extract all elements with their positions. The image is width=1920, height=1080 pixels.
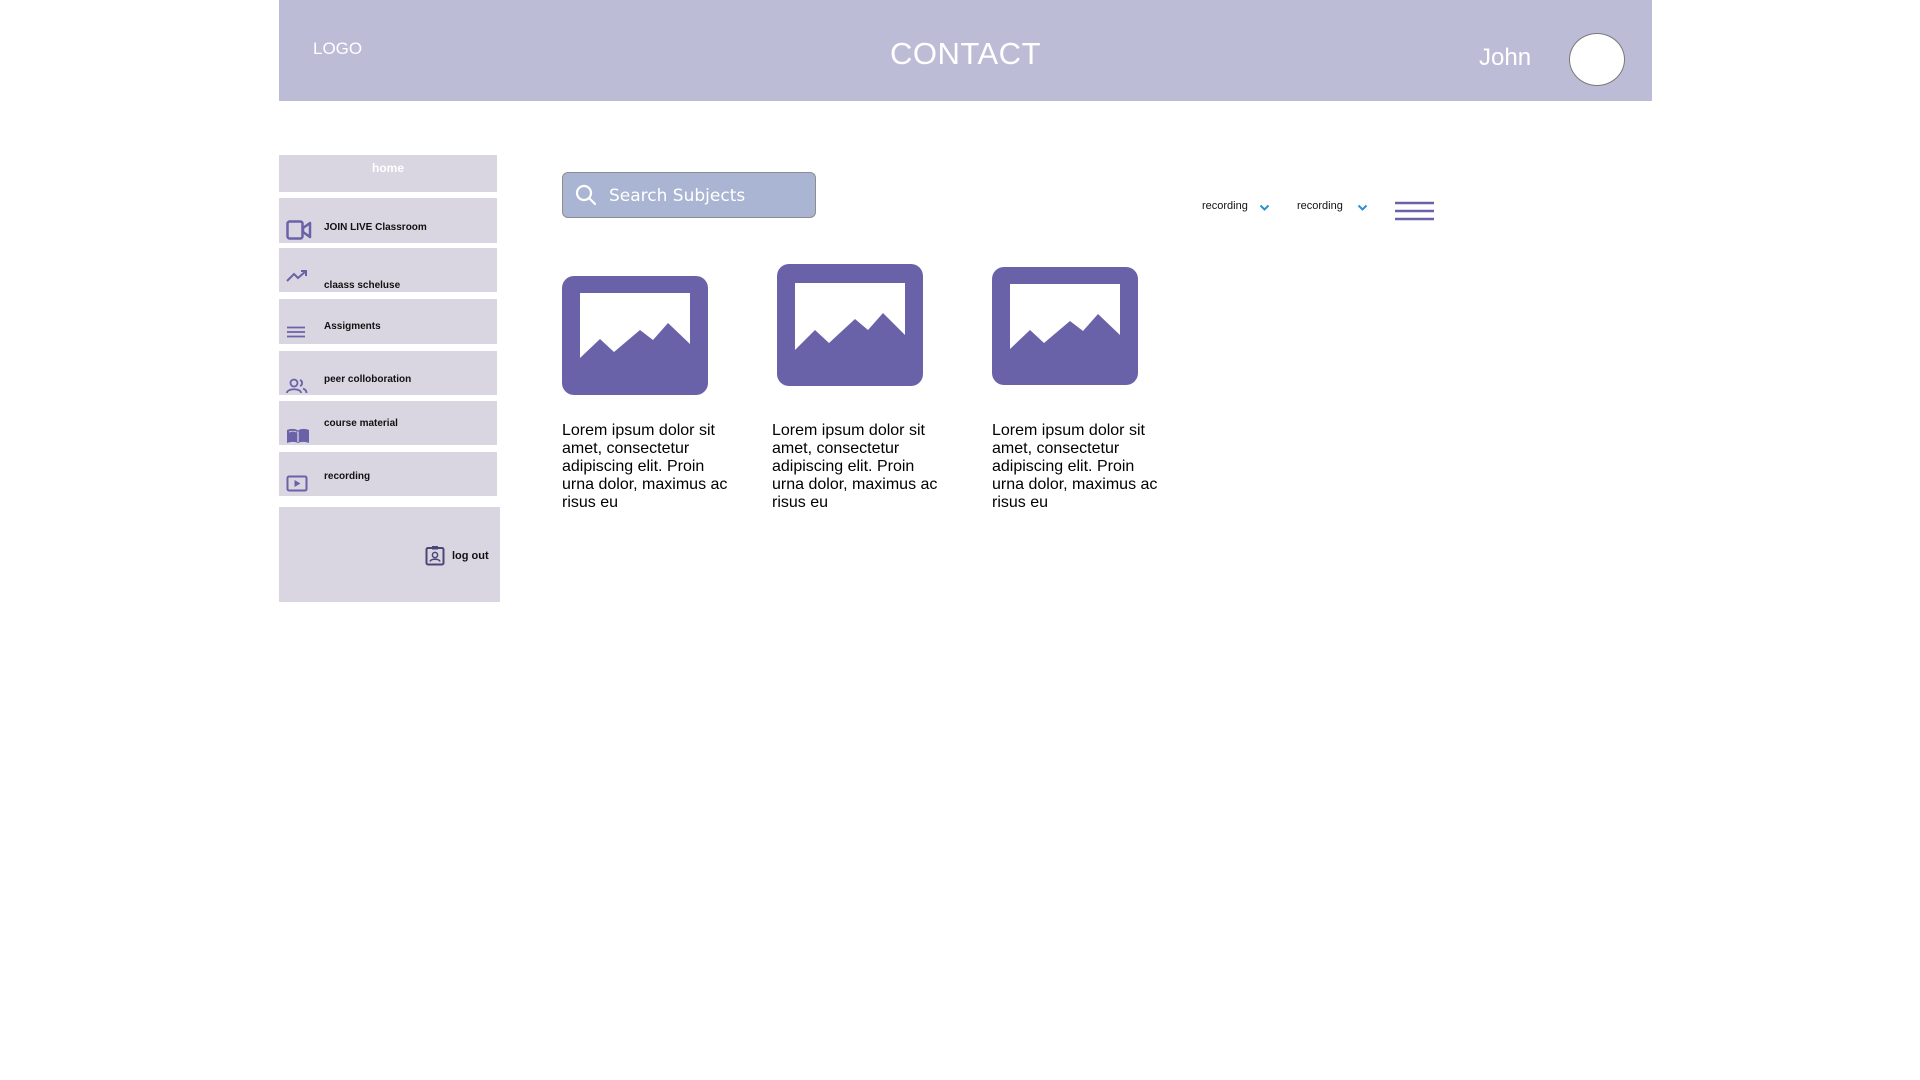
sidebar-item-home[interactable]: home: [279, 155, 497, 192]
sidebar-item-label: course material: [324, 418, 398, 429]
sidebar-item-join-live-classroom[interactable]: JOIN LIVE Classroom: [279, 198, 497, 243]
search-box[interactable]: [562, 172, 816, 218]
sidebar-item-label: Assigments: [324, 321, 381, 332]
dropdown-label: recording: [1202, 200, 1248, 212]
hamburger-menu-icon[interactable]: [1394, 199, 1435, 229]
top-header: LOGO CONTACT John: [279, 0, 1652, 101]
sidebar-item-label: claass scheluse: [324, 280, 401, 291]
play-icon: [286, 475, 308, 497]
dropdown-label: recording: [1297, 200, 1343, 212]
badge-icon: [425, 545, 445, 571]
filter-dropdown-1[interactable]: recording: [1202, 196, 1270, 216]
logout-label: log out: [452, 550, 489, 562]
sidebar-item-label: recording: [324, 471, 371, 482]
search-icon: [575, 184, 597, 211]
card-description: Lorem ipsum dolor sit amet, consectetur …: [772, 422, 938, 511]
avatar[interactable]: [1569, 33, 1625, 86]
trending-up-icon: [286, 269, 308, 288]
search-input[interactable]: [607, 181, 811, 211]
chevron-down-icon: [1357, 199, 1368, 217]
sidebar-item-recording[interactable]: recording: [279, 452, 497, 496]
image-placeholder-icon: [777, 264, 923, 391]
sidebar-item-peer-collaboration[interactable]: peer colloboration: [279, 351, 497, 395]
sidebar-item-class-schedule[interactable]: claass scheluse: [279, 248, 497, 292]
lines-icon: [286, 325, 306, 343]
sidebar: home JOIN LIVE Classroom claass scheluse…: [279, 155, 500, 602]
video-camera-icon: [286, 219, 312, 246]
user-name: John: [1479, 44, 1532, 71]
filter-dropdown-2[interactable]: recording: [1297, 196, 1368, 216]
people-icon: [286, 378, 308, 399]
sidebar-item-label: JOIN LIVE Classroom: [324, 222, 427, 233]
card-description: Lorem ipsum dolor sit amet, consectetur …: [992, 422, 1158, 511]
sidebar-item-assignments[interactable]: Assigments: [279, 299, 497, 344]
page-title: CONTACT: [889, 36, 1042, 71]
open-book-icon: [286, 428, 310, 449]
image-placeholder-icon: [992, 267, 1138, 390]
sidebar-item-course-material[interactable]: course material: [279, 401, 497, 445]
sidebar-item-label: peer colloboration: [324, 374, 412, 385]
card-description: Lorem ipsum dolor sit amet, consectetur …: [562, 422, 728, 511]
sidebar-item-label: home: [371, 161, 404, 175]
chevron-down-icon: [1259, 199, 1270, 217]
sidebar-footer: log out: [279, 507, 500, 602]
image-placeholder-icon: [562, 276, 708, 400]
